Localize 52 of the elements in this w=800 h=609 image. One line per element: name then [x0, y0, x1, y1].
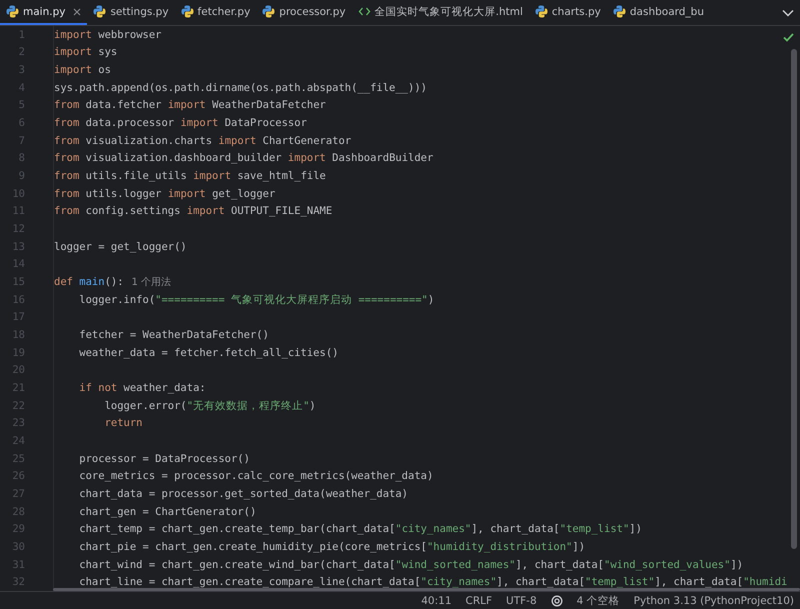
- code-line: chart_data = processor.get_sorted_data(weather_data): [78, 488, 408, 499]
- code-line: chart_line = chart_gen.create_compare_line(chart_data["city_names"], chart_data["temp_list"], chart_data["humidi: [78, 577, 788, 588]
- code-line: chart_gen = ChartGenerator(): [78, 506, 256, 517]
- code-line: from visualization.charts import ChartGenerator: [54, 136, 352, 146]
- code-line: import os: [54, 65, 111, 76]
- file-tab[interactable]: charts.py: [528, 0, 607, 25]
- file-encoding[interactable]: UTF-8: [506, 594, 537, 606]
- code-line: processor = DataProcessor(): [78, 454, 250, 464]
- spiral-icon[interactable]: [550, 594, 563, 606]
- code-line: from data.fetcher import WeatherDataFetcher: [54, 100, 326, 110]
- python-file-icon: [262, 5, 276, 18]
- python-file-icon: [612, 5, 626, 18]
- file-tab[interactable]: 全国实时气象可视化大屏.html: [352, 0, 529, 25]
- code-line: if not weather_data:: [78, 382, 206, 393]
- file-tab[interactable]: dashboard_bu: [606, 0, 710, 25]
- checkmark-icon[interactable]: [783, 33, 794, 42]
- python-file-icon: [93, 5, 106, 18]
- code-line: chart_temp = chart_gen.create_temp_bar(chart_data["city_names"], chart_data["temp_list"]): [78, 524, 642, 534]
- python-file-icon: [6, 5, 19, 18]
- usage-hint[interactable]: 1 个用法: [132, 275, 172, 290]
- code-line: logger.error("无有效数据，程序终止"): [104, 400, 316, 411]
- chevron-down-icon[interactable]: [782, 8, 794, 16]
- code-line: from visualization.dashboard_builder import DashboardBuilder: [54, 153, 434, 164]
- close-icon[interactable]: [73, 8, 82, 16]
- code-line: fetcher = WeatherDataFetcher(): [78, 330, 269, 340]
- file-tab[interactable]: processor.py: [256, 0, 352, 25]
- code-line: from utils.file_utils import save_html_file: [54, 171, 326, 182]
- code-line: chart_pie = chart_gen.create_humidity_pie(core_metrics["humidity_distribution"]): [78, 542, 586, 552]
- python-file-icon: [534, 5, 548, 18]
- file-tab[interactable]: settings.py: [87, 0, 175, 25]
- python-file-icon: [180, 5, 194, 18]
- scrollbar-thumb[interactable]: [791, 49, 797, 549]
- code-line: weather_data = fetcher.fetch_all_cities(): [78, 348, 338, 358]
- indent-setting[interactable]: 4 个空格: [576, 594, 620, 608]
- code-line: return: [104, 418, 143, 428]
- code-line: logger = get_logger(): [54, 242, 187, 252]
- code-line: sys.path.append(os.path.dirname(os.path.abspath(__file__))): [54, 82, 427, 93]
- scrollbar-thumb[interactable]: [53, 588, 800, 591]
- code-line: from data.processor import DataProcessor: [54, 118, 307, 128]
- line-ending[interactable]: CRLF: [466, 594, 492, 606]
- python-interpreter[interactable]: Python 3.13 (PythonProject10): [634, 594, 794, 606]
- code-line: logger.info("========== 气象可视化大屏程序启动 =========="): [78, 294, 434, 305]
- code-line: from utils.logger import get_logger: [54, 188, 276, 199]
- code-line: import webbrowser: [54, 30, 162, 40]
- code-line: core_metrics = processor.calc_core_metrics(weather_data): [78, 471, 434, 482]
- code-line: from config.settings import OUTPUT_FILE_NAME: [54, 206, 332, 216]
- code-line: import sys: [54, 47, 118, 58]
- cursor-position[interactable]: 40:11: [421, 594, 452, 606]
- code-line: chart_wind = chart_gen.create_wind_bar(chart_data["wind_sorted_names"], chart_data["wind_sorted_values"]): [78, 560, 744, 570]
- file-tab[interactable]: fetcher.py: [174, 0, 256, 25]
- code-line: def main():: [54, 277, 124, 288]
- code-brackets-icon: [358, 5, 371, 18]
